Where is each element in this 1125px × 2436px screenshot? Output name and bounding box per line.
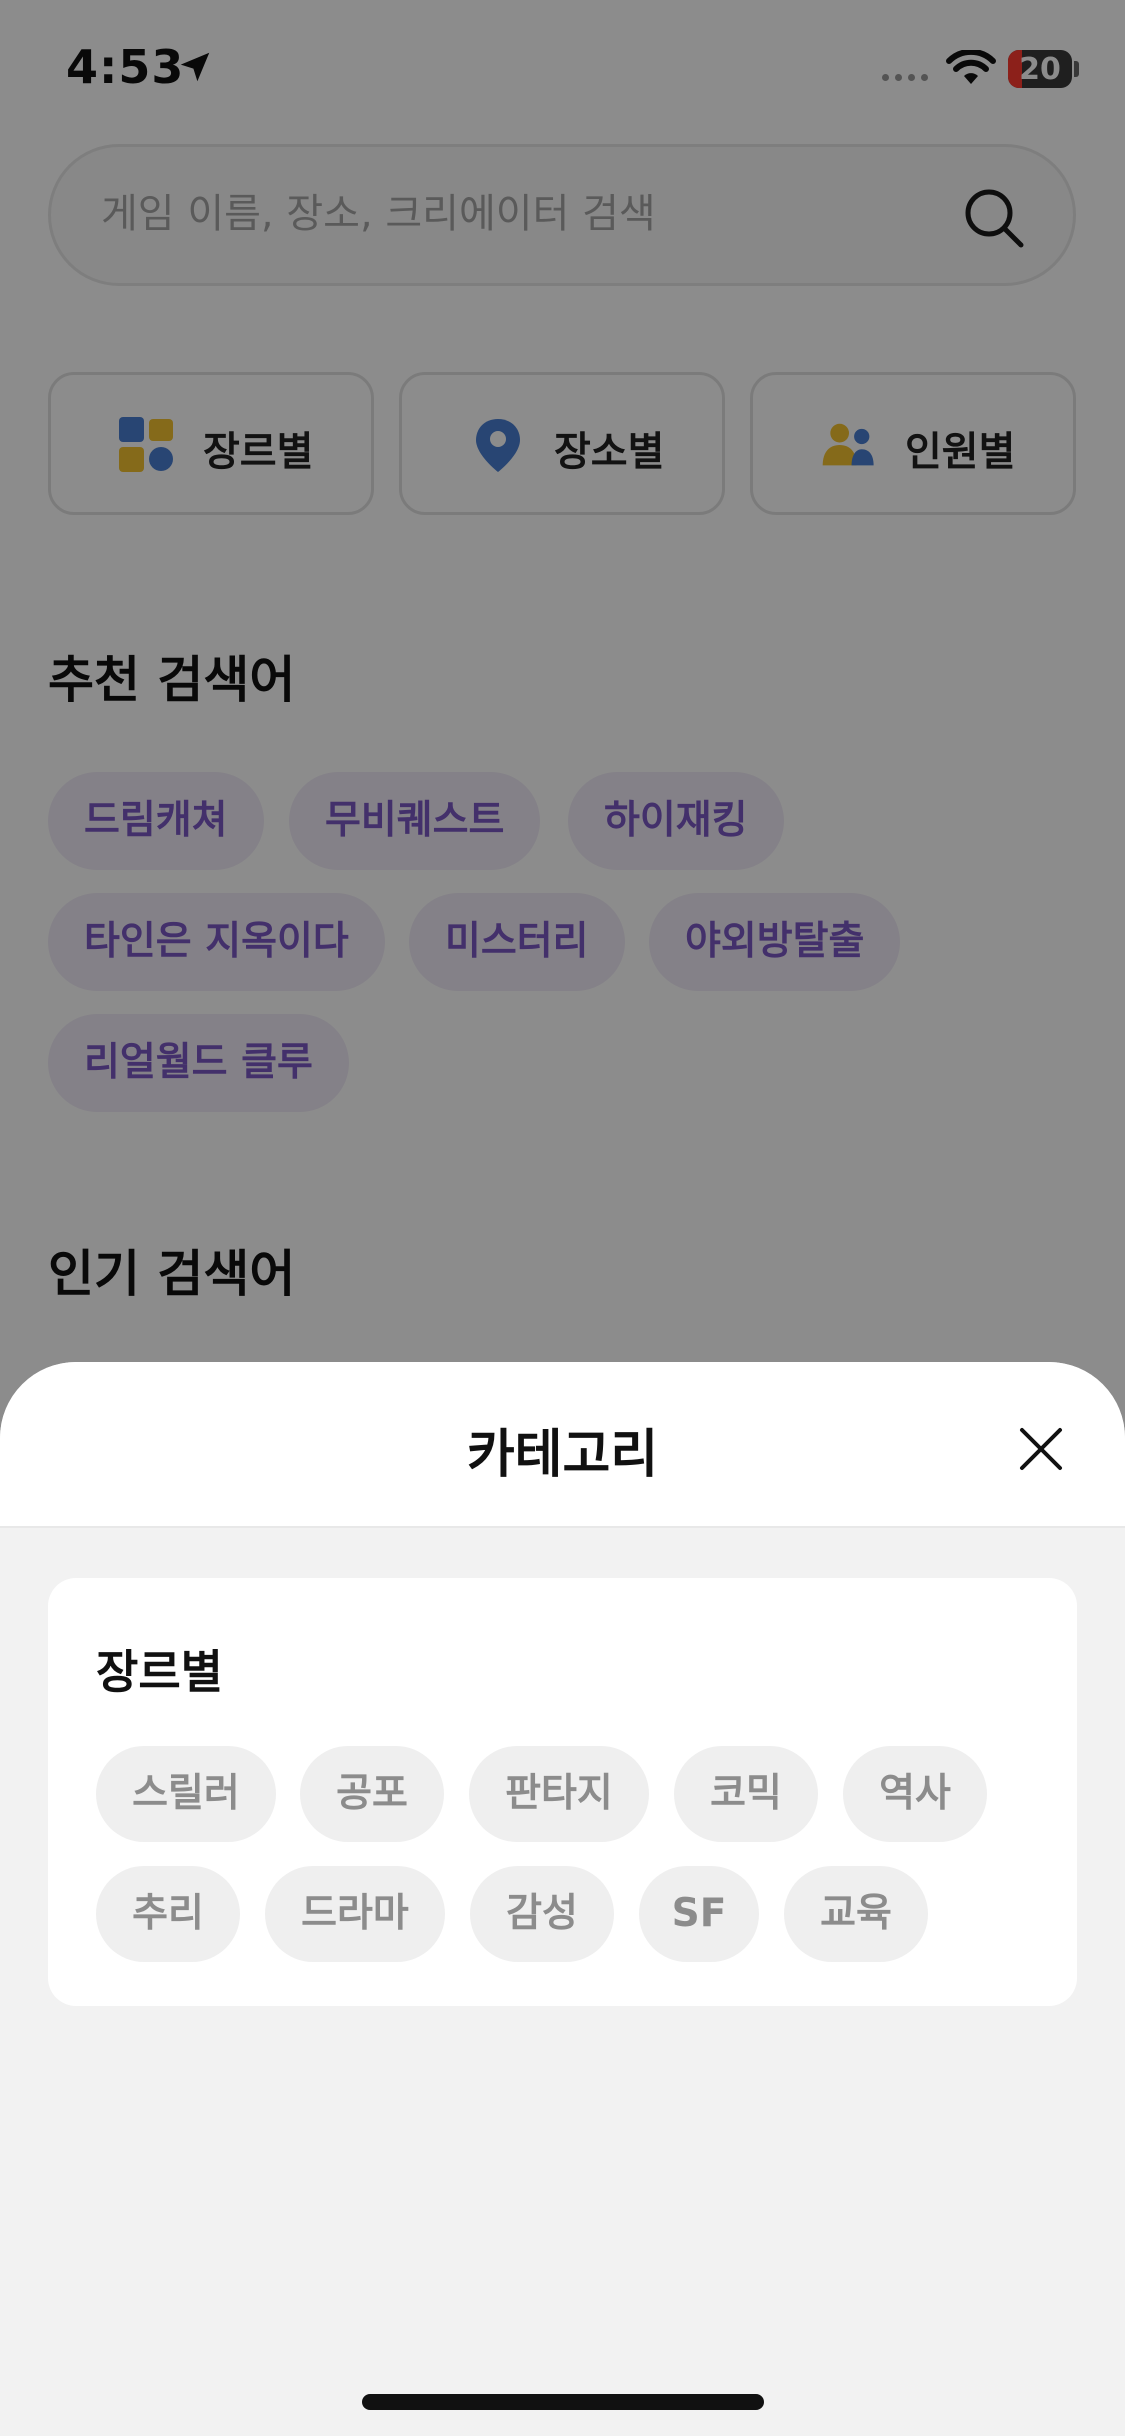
genre-chip[interactable]: 판타지 [469,1746,649,1842]
sheet-title: 카테고리 [466,1425,659,1485]
genre-chip[interactable]: 코믹 [674,1746,818,1842]
genre-chip[interactable]: 교육 [784,1866,928,1962]
close-icon[interactable] [1010,1418,1072,1480]
genre-chip[interactable]: 추리 [96,1866,240,1962]
genre-chip[interactable]: 공포 [300,1746,444,1842]
genre-card-title: 장르별 [96,1645,223,1699]
genre-chip[interactable]: 스릴러 [96,1746,276,1842]
category-bottom-sheet: 카테고리 장르별 스릴러 공포 판타지 코믹 역사 추리 드라마 감성 SF 교… [0,1362,1125,2436]
sheet-header: 카테고리 [0,1362,1125,1528]
genre-chip[interactable]: SF [639,1866,759,1962]
genre-chip[interactable]: 드라마 [265,1866,445,1962]
genre-chip[interactable]: 감성 [470,1866,614,1962]
home-indicator[interactable] [362,2394,764,2410]
search-screen: 4:53 20 장르별 장소별 [0,0,1125,2436]
genre-chip[interactable]: 역사 [843,1746,987,1842]
genre-card: 장르별 스릴러 공포 판타지 코믹 역사 추리 드라마 감성 SF 교육 [48,1578,1077,2006]
